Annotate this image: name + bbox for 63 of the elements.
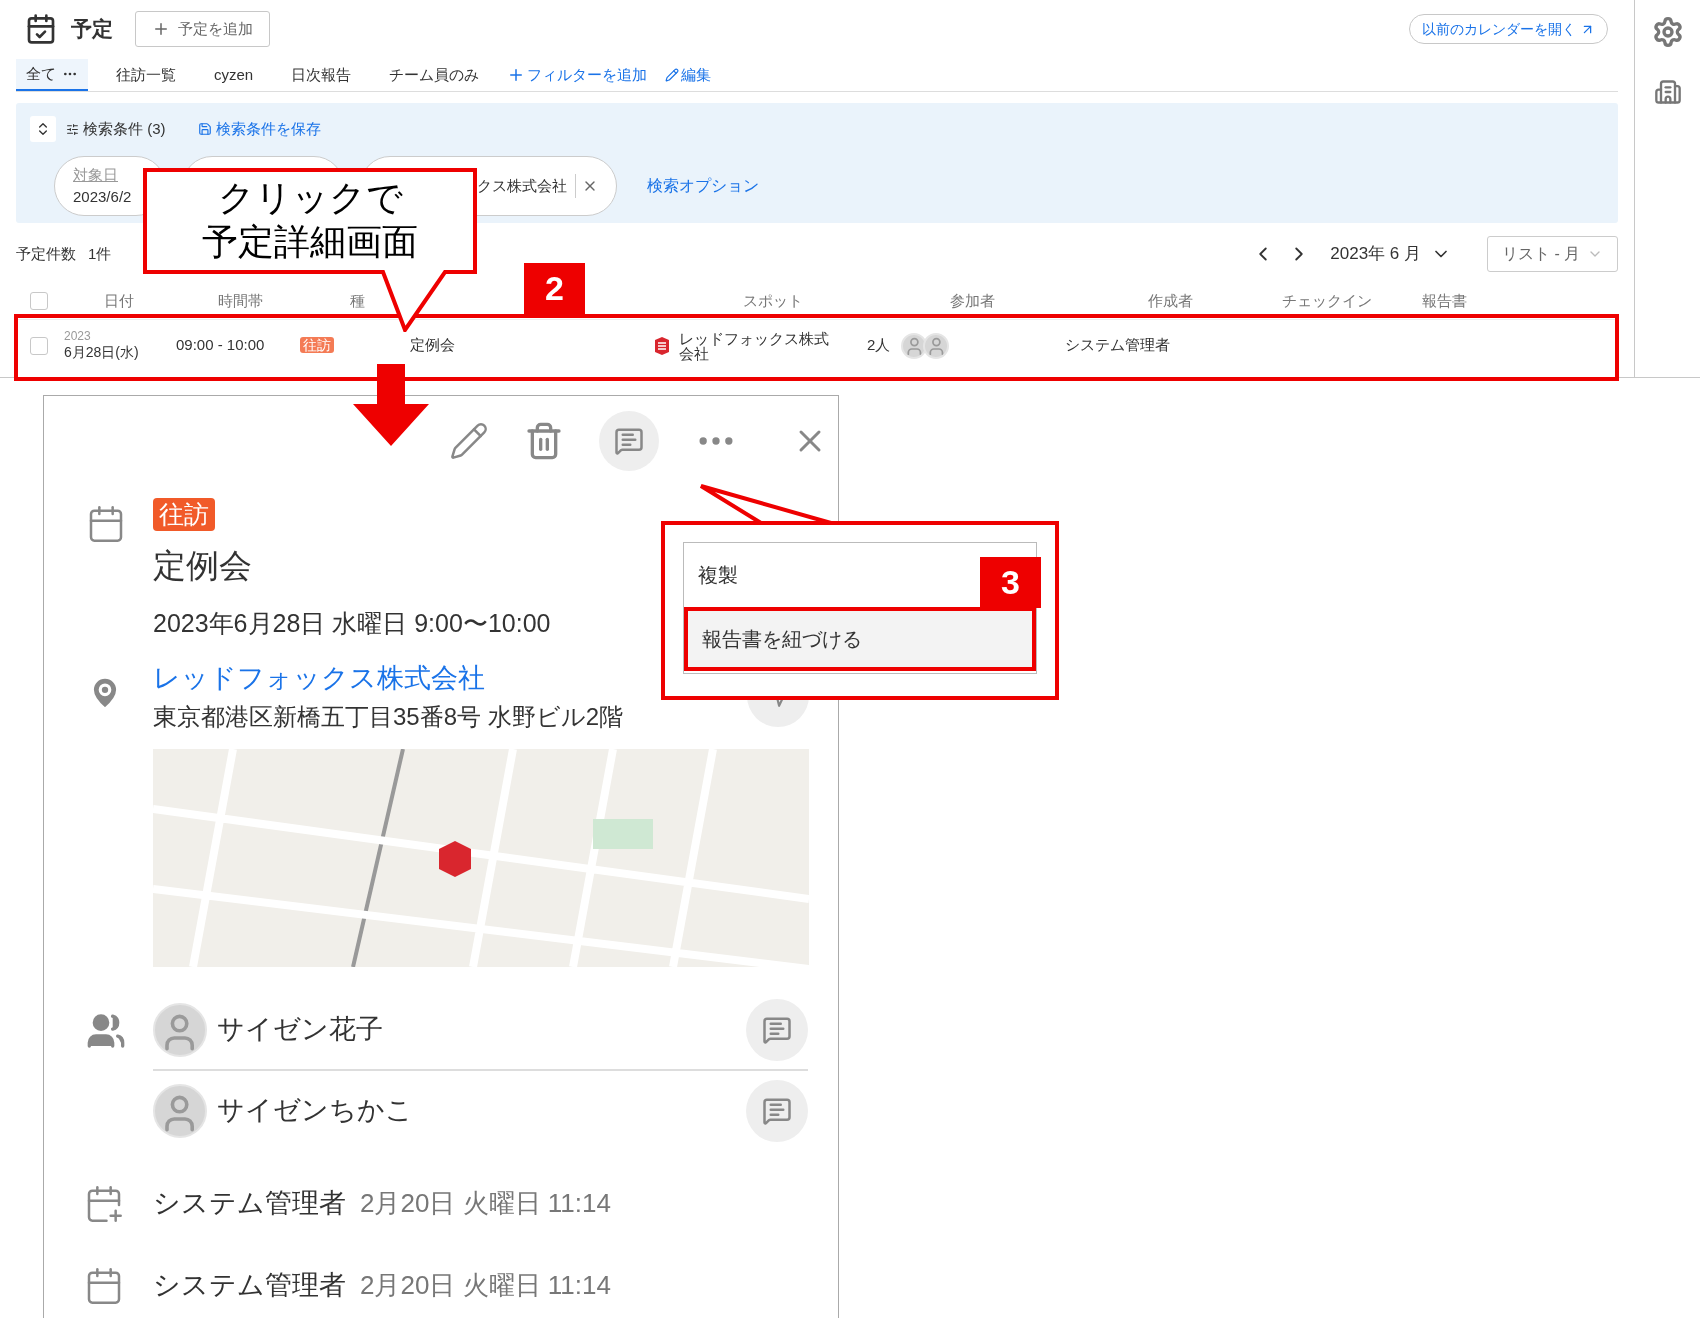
edit-icon[interactable] [449,421,489,461]
column-header: 時間帯 [218,291,263,309]
edit-link[interactable]: 編集 [665,59,712,91]
participant-name: サイゼンちかこ [217,1094,413,1128]
history-time: 2月20日 火曜日 11:14 [360,1187,611,1220]
search-conditions-label: 検索条件 (3) [83,118,166,139]
search-options-link[interactable]: 検索オプション [647,174,759,198]
column-header: 作成者 [1148,291,1193,309]
avatar [923,332,949,359]
event-title: 定例会 [153,546,252,586]
collapse-button[interactable] [30,116,56,142]
month-selector[interactable]: 2023年 6 月 [1330,241,1451,267]
plus-icon [152,20,170,38]
participant-name: サイゼン花子 [217,1013,383,1047]
menu-item[interactable]: 報告書を紐づける [684,607,1036,671]
time-cell-text: 09:00 - 10:00 [176,335,266,356]
count-value: 1件 [88,243,112,264]
step-number-tooltip: 2 [524,263,585,314]
pencil-icon [665,68,680,82]
spot-cell-text: レッドフォックス株式会社 [679,330,830,361]
settings-icon[interactable] [1651,16,1684,48]
save-conditions-link[interactable]: 検索条件を保存 [197,117,321,141]
step-number-tooltip: 3 [980,557,1041,608]
count-label: 予定件数 [16,243,76,264]
add-event-button[interactable]: 予定を追加 [135,11,270,47]
calendar-check-icon [25,13,57,45]
column-header: チェックイン [1282,291,1372,309]
tab[interactable]: 往訪一覧 [106,59,186,91]
avatar [901,332,927,359]
page-title: 予定 [71,16,113,43]
spot-link[interactable]: レッドフォックス株式会社 [153,658,624,699]
building-icon [655,336,669,355]
comment-icon [614,426,644,456]
type-badge: 往訪 [153,498,215,531]
tab[interactable]: 日次報告 [281,59,362,91]
view-select[interactable]: リスト - 月 [1487,236,1618,272]
participant-count: 2人 [867,335,892,356]
tab[interactable]: チーム員のみ [379,59,490,91]
tab[interactable]: cyzen [204,59,264,91]
avatar [153,1083,207,1138]
event-datetime: 2023年6月28日 水曜日 9:00〜10:00 [153,607,551,639]
column-header: 報告書 [1422,291,1467,309]
column-header: 種 [350,291,365,309]
checkbox[interactable] [30,292,48,310]
column-header: 参加者 [950,291,995,309]
date-text: 6月28日(水) [64,344,140,362]
creator-cell-text: システム管理者 [1065,335,1170,356]
column-header: スポット [743,291,803,309]
address-text: 東京都港区新橋五丁目35番8号 水野ビル2階 [153,701,624,732]
sliders-icon [66,122,79,136]
type-badge: 往訪 [300,337,334,354]
building-icon[interactable] [1653,78,1682,106]
tab[interactable]: 全て [16,59,88,91]
history-user: システム管理者 [153,1187,346,1221]
avatar [153,1002,207,1057]
column-header: 日付 [104,291,134,309]
save-icon [197,122,212,136]
add-filter-link[interactable]: フィルターを追加 [507,59,648,91]
history-user: システム管理者 [153,1269,346,1303]
history-time: 2月20日 火曜日 11:14 [360,1269,611,1302]
title-cell-text: 定例会 [410,335,456,356]
checkbox[interactable] [30,336,48,355]
year-text: 2023 [64,329,92,345]
